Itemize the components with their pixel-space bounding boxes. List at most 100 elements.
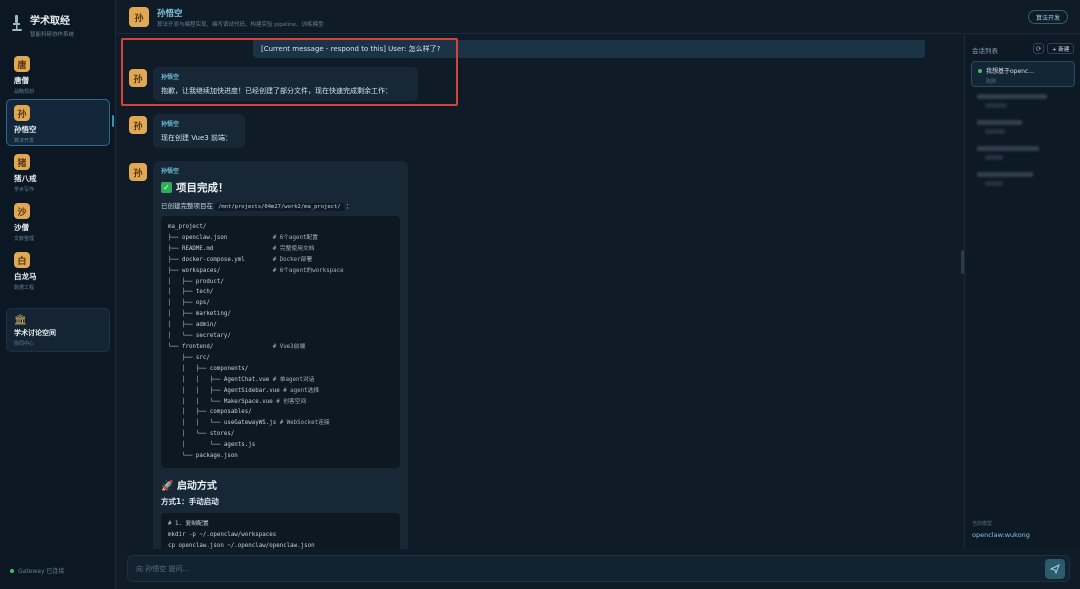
agent-item-zhubajie[interactable]: 猪 猪八戒 学术写作 xyxy=(6,148,110,195)
tree-line: │ ├── admin/ xyxy=(168,322,217,329)
session-item-redacted[interactable] xyxy=(971,90,1075,116)
tree-line: │ │ ├── AgentChat.vue # 单agent对话 xyxy=(168,376,315,383)
annotation-highlight xyxy=(121,38,458,106)
agent-role: 战略规划 xyxy=(14,89,35,95)
project-tree-code: ma_project/ ├── openclaw.json # 6个agent配置… xyxy=(161,216,400,468)
space-subtitle: 协同中心 xyxy=(14,341,35,347)
message-text: 现在创建 Vue3 前端： xyxy=(161,134,232,142)
agent-role: 算法开发 xyxy=(14,138,35,144)
start-heading: 🚀 启动方式 xyxy=(161,480,217,492)
agent-name: 猪八戒 xyxy=(14,174,37,183)
message-sender: 孙悟空 xyxy=(161,121,180,128)
tree-line: │ └── agents.js xyxy=(168,442,256,449)
agent-item-shaseng[interactable]: 沙 沙僧 文献整理 xyxy=(6,197,110,244)
message-sender: 孙悟空 xyxy=(161,168,180,175)
assistant-message-final: 孙 孙悟空 ✓ 项目完成！ 已创建完整项目在 /mnt/projects/04m… xyxy=(129,161,408,549)
agent-item-tangseng[interactable]: 唐 唐僧 战略规划 xyxy=(6,50,110,97)
tree-line: ├── openclaw.json # 6个agent配置 xyxy=(168,234,319,241)
tree-line: ├── docker-compose.yml # Docker部署 xyxy=(168,256,313,263)
tree-line: │ ├── product/ xyxy=(168,278,224,285)
send-button[interactable] xyxy=(1045,559,1065,579)
new-session-button[interactable]: + 新建 xyxy=(1047,43,1075,54)
avatar: 白 xyxy=(14,252,30,268)
start-code: # 1. 复制配置 mkdir -p ~/.openclaw/workspaces… xyxy=(161,512,400,549)
header-agent-desc: 算法开发与编程实现、编写调试代码、构建实验 pipeline、训练模型 xyxy=(157,22,324,28)
tree-line: ├── README.md # 完整使用文档 xyxy=(168,245,315,252)
tree-line: ├── workspaces/ # 6个agent的workspace xyxy=(168,267,344,274)
sidebar: 学术取经 智能科研协作系统 唐 唐僧 战略规划 孙 孙悟空 算法开发 猪 猪八戒… xyxy=(0,0,116,589)
check-icon: ✓ xyxy=(161,182,172,193)
assistant-message: 孙 孙悟空 现在创建 Vue3 前端： xyxy=(129,114,245,148)
composer xyxy=(127,555,1070,582)
role-tag-button[interactable]: 算法开发 xyxy=(1027,10,1068,24)
code-line: mkdir -p ~/.openclaw/workspaces xyxy=(168,531,277,538)
gateway-status: Gateway 已连接 xyxy=(10,566,64,575)
brand: 学术取经 智能科研协作系统 xyxy=(10,12,74,38)
avatar: 猪 xyxy=(14,154,30,170)
header-avatar: 孙 xyxy=(129,7,149,27)
agent-role: 学术写作 xyxy=(14,187,35,193)
created-line: 已创建完整项目在 /mnt/projects/04m27/work2/ma_pr… xyxy=(161,202,353,211)
agent-list: 唐 唐僧 战略规划 孙 孙悟空 算法开发 猪 猪八戒 学术写作 沙 沙僧 文献整… xyxy=(6,50,110,295)
tree-line: │ ├── tech/ xyxy=(168,289,214,296)
agent-item-bailongma[interactable]: 白 白龙马 数据工程 xyxy=(6,246,110,293)
agent-name: 孙悟空 xyxy=(14,125,37,134)
tree-line: │ │ └── useGatewayWS.js # WebSocket连接 xyxy=(168,420,330,427)
code-line: cp openclaw.json ~/.openclaw/openclaw.js… xyxy=(168,542,315,549)
session-panel: 会话列表 ⟳ + 新建 我想基于openc... 刚刚 当前模型 opencla… xyxy=(964,34,1080,549)
brand-subtitle: 智能科研协作系统 xyxy=(30,32,75,38)
temple-icon: 🏛 xyxy=(14,315,27,326)
tree-line: └── frontend/ # Vue3前端 xyxy=(168,343,306,350)
rocket-icon: 🚀 xyxy=(161,480,174,492)
session-title: 我想基于openc... xyxy=(986,68,1034,75)
model-label: 当前模型 xyxy=(972,521,993,527)
discussion-space-card[interactable]: 🏛 学术讨论空间 协同中心 xyxy=(6,308,110,352)
header-agent-name: 孙悟空 xyxy=(157,9,183,19)
project-path: /mnt/projects/04m27/work2/ma_project/ xyxy=(215,203,344,211)
active-dot-icon xyxy=(978,68,982,73)
session-item-redacted[interactable] xyxy=(971,116,1075,142)
tree-line: │ ├── composables/ xyxy=(168,409,252,416)
tree-line: │ │ ├── AgentSidebar.vue # agent选择 xyxy=(168,387,320,394)
message-input[interactable] xyxy=(136,562,1016,576)
brand-title: 学术取经 xyxy=(30,16,70,27)
refresh-icon: ⟳ xyxy=(1035,44,1042,53)
session-list-title: 会话列表 xyxy=(972,47,998,55)
avatar: 孙 xyxy=(129,163,147,181)
agent-name: 唐僧 xyxy=(14,76,29,85)
gateway-label: Gateway 已连接 xyxy=(18,568,65,575)
chat-header: 孙 孙悟空 算法开发与编程实现、编写调试代码、构建实验 pipeline、训练模… xyxy=(117,0,1080,34)
session-item[interactable]: 我想基于openc... 刚刚 xyxy=(971,61,1075,87)
refresh-button[interactable]: ⟳ xyxy=(1033,43,1044,54)
avatar: 唐 xyxy=(14,56,30,72)
tree-line: │ └── stores/ xyxy=(168,431,235,438)
space-title: 学术讨论空间 xyxy=(14,329,56,337)
status-dot-icon xyxy=(10,568,14,573)
tree-line: │ ├── components/ xyxy=(168,365,249,372)
agent-item-sunwukong[interactable]: 孙 孙悟空 算法开发 xyxy=(6,99,110,146)
agent-role: 文献整理 xyxy=(14,236,35,242)
tree-line: │ │ └── MakerSpace.vue # 创客空间 xyxy=(168,398,307,405)
avatar: 孙 xyxy=(14,105,30,121)
tree-line: │ ├── marketing/ xyxy=(168,311,231,318)
way-heading: 方式1：手动启动 xyxy=(161,496,219,506)
session-item-redacted[interactable] xyxy=(971,142,1075,168)
chat-area[interactable]: [Current message - respond to this] User… xyxy=(117,34,963,549)
session-item-redacted[interactable] xyxy=(971,168,1075,194)
send-icon xyxy=(1050,564,1060,574)
avatar: 沙 xyxy=(14,203,30,219)
agent-role: 数据工程 xyxy=(14,285,35,291)
agent-name: 白龙马 xyxy=(14,272,37,281)
agent-name: 沙僧 xyxy=(14,223,29,232)
project-done-heading: ✓ 项目完成！ xyxy=(161,180,400,195)
tree-line: │ ├── ops/ xyxy=(168,300,210,307)
tree-line: ma_project/ xyxy=(168,224,207,230)
session-time: 刚刚 xyxy=(986,79,997,85)
tree-line: └── package.json xyxy=(168,453,238,460)
avatar: 孙 xyxy=(129,116,147,134)
tree-line: │ └── secretary/ xyxy=(168,333,231,340)
microscope-icon xyxy=(12,15,22,31)
model-value: openclaw:wukong xyxy=(972,531,1030,539)
code-line: # 1. 复制配置 xyxy=(168,520,209,527)
tree-line: ├── src/ xyxy=(168,354,210,361)
